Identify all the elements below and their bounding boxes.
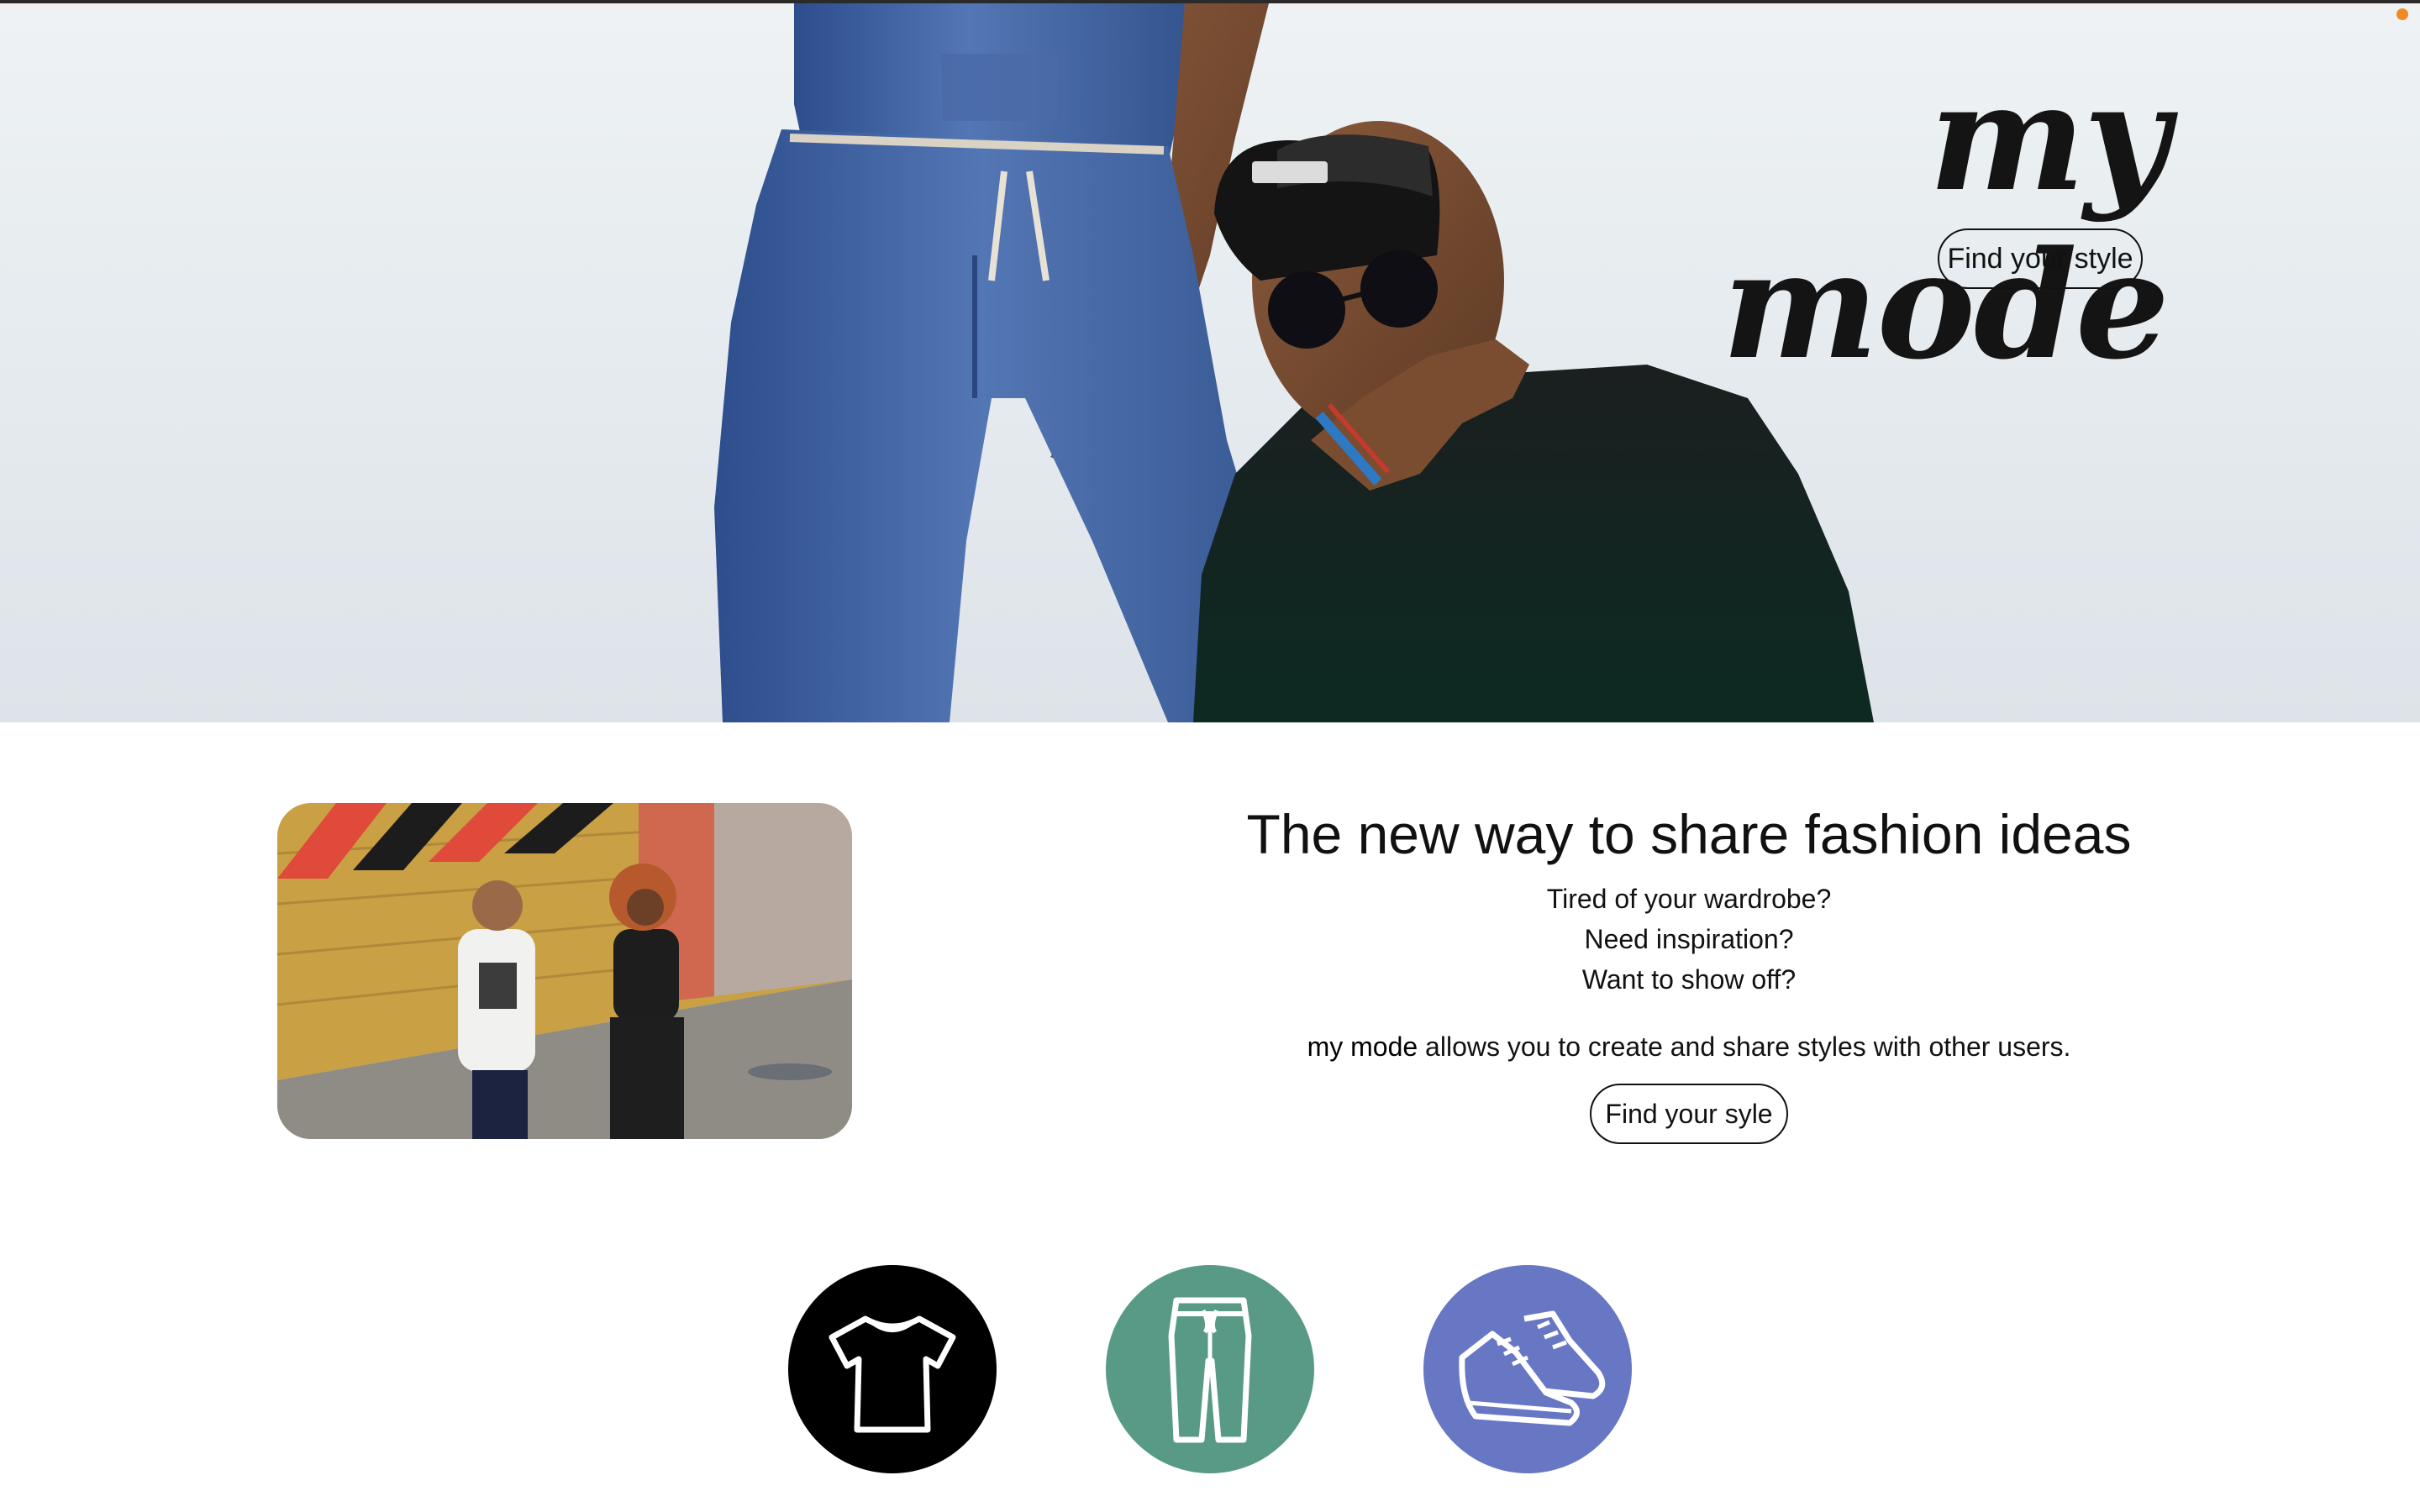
brand-logo: my mode [1722, 50, 2170, 392]
sneakers-icon [1459, 1310, 1606, 1426]
intro-headline: The new way to share fashion ideas [1246, 803, 2132, 865]
window-top-border [0, 0, 2420, 3]
find-your-style-button[interactable]: Find your style [1938, 228, 2143, 289]
find-your-style-secondary-button[interactable]: Find your syle [1590, 1084, 1788, 1144]
intro-section: The new way to share fashion ideas Tired… [1126, 800, 2252, 1144]
category-bottoms[interactable] [1106, 1265, 1314, 1473]
pants-icon [1168, 1297, 1252, 1443]
tagline-text: allows you to create and share styles wi… [1418, 1032, 2071, 1062]
category-shoes[interactable] [1423, 1265, 1632, 1473]
intro-tagline: my mode allows you to create and share s… [1126, 1026, 2252, 1067]
intro-question: Need inspiration? [1584, 924, 1794, 954]
page: my mode Find your style The new way to s… [0, 0, 2420, 1512]
intro-photo [277, 803, 852, 1139]
category-tops[interactable] [788, 1265, 997, 1473]
intro-question: Tired of your wardrobe? [1546, 884, 1832, 914]
tshirt-icon [829, 1315, 956, 1433]
intro-question: Want to show off? [1581, 964, 1797, 995]
hero-banner: my mode Find your style [0, 3, 2420, 722]
tagline-brand: my mode [1307, 1032, 1418, 1062]
notification-dot [2396, 8, 2408, 20]
street-photo-illustration [277, 803, 852, 1139]
